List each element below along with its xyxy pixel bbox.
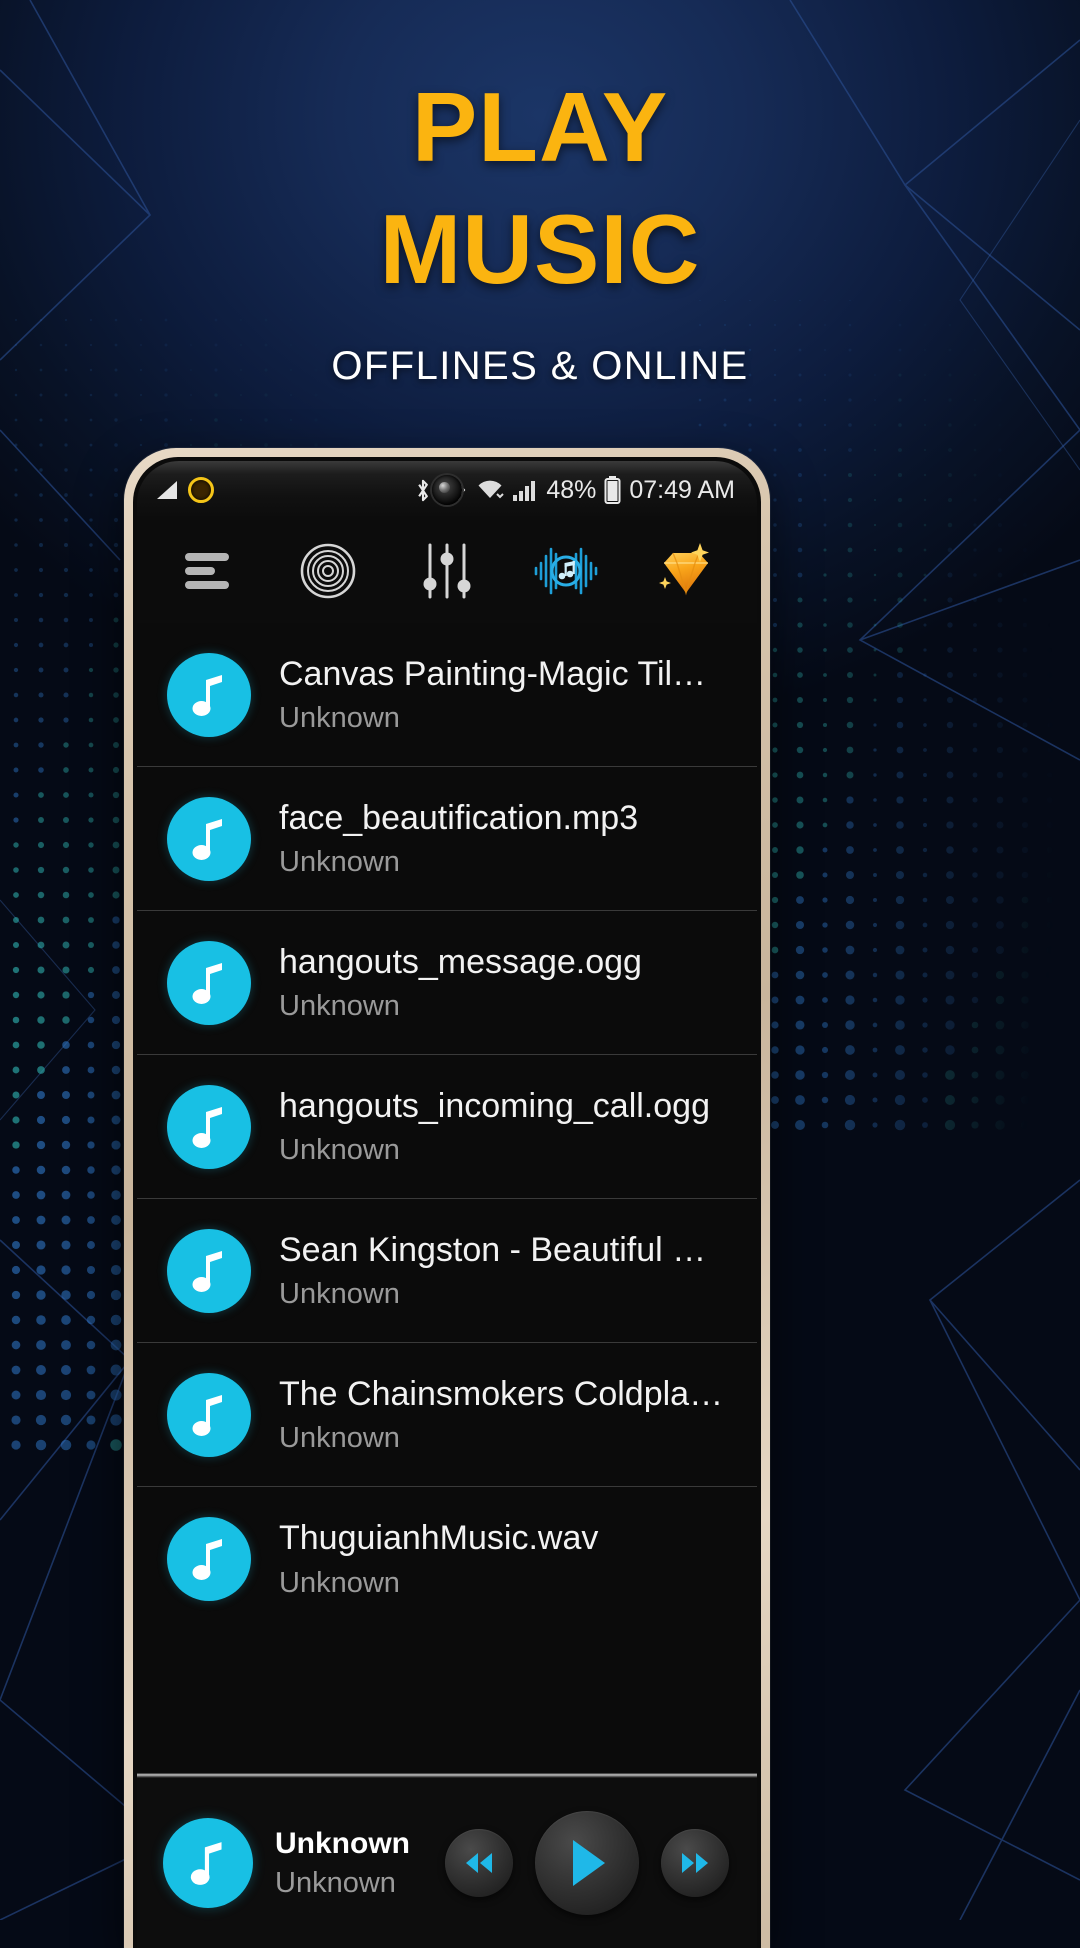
status-bar-right: 48% 07:49 AM [414, 476, 735, 505]
battery-percent-label: 48% [546, 475, 597, 504]
mini-player-bar: Unknown Unknown [137, 1778, 757, 1948]
wifi-icon [478, 480, 505, 499]
track-title: Sean Kingston - Beautiful … [279, 1230, 707, 1269]
audio-waveform-music-icon [534, 547, 598, 595]
bluetooth-icon [418, 479, 429, 501]
track-row[interactable]: hangouts_message.ogg Unknown [137, 911, 757, 1055]
now-playing-artwork [163, 1818, 253, 1908]
play-icon [573, 1840, 605, 1886]
track-artwork [167, 1517, 251, 1601]
now-playing-artist: Unknown [275, 1866, 396, 1899]
track-meta: The Chainsmokers Coldpla… Unknown [279, 1374, 731, 1455]
cellular-bars-icon [513, 481, 536, 501]
track-meta: face_beautification.mp3 Unknown [279, 798, 731, 879]
track-list[interactable]: Canvas Painting-Magic Til… Unknown face_… [137, 623, 757, 1772]
rewind-icon [466, 1853, 492, 1873]
music-note-icon [192, 1250, 222, 1292]
headline-line-1: PLAY [411, 72, 669, 182]
play-button[interactable] [535, 1811, 639, 1915]
track-artwork [167, 796, 251, 881]
music-note-icon [192, 1106, 222, 1148]
equalizer-sliders-icon [423, 543, 471, 599]
phone-bezel-inner: 48% 07:49 AM Canvas Painting-Magic Til… … [133, 457, 761, 1948]
track-artwork [167, 1084, 251, 1169]
track-title: face_beautification.mp3 [279, 798, 639, 837]
track-title: hangouts_message.ogg [279, 942, 642, 981]
track-artwork [167, 652, 251, 737]
phone-mockup: 48% 07:49 AM Canvas Painting-Magic Til… … [124, 448, 770, 1948]
hamburger-menu-button[interactable] [171, 533, 247, 609]
music-note-icon [192, 1539, 222, 1580]
headline-line-2: MUSIC [379, 194, 701, 304]
track-meta: Sean Kingston - Beautiful … Unknown [279, 1230, 731, 1311]
track-meta: Canvas Painting-Magic Til… Unknown [279, 654, 731, 735]
status-bar-clock: 07:49 AM [629, 475, 735, 504]
track-artwork [167, 1372, 251, 1457]
yellow-circle-icon [188, 477, 214, 503]
music-note-icon [192, 674, 222, 716]
vinyl-disc-icon [300, 543, 356, 599]
now-playing-title: Unknown [275, 1826, 410, 1860]
front-camera-punchhole [432, 475, 462, 505]
promo-subtitle: OFFLINES & ONLINE [331, 344, 749, 388]
next-button[interactable] [661, 1829, 729, 1897]
status-bar-left [155, 477, 214, 503]
track-row[interactable]: face_beautification.mp3 Unknown [137, 767, 757, 911]
player-controls [445, 1811, 729, 1915]
music-note-icon [192, 818, 222, 860]
track-row[interactable]: hangouts_incoming_call.ogg Unknown [137, 1055, 757, 1199]
track-meta: hangouts_message.ogg Unknown [279, 942, 731, 1023]
phone-screen: 48% 07:49 AM Canvas Painting-Magic Til… … [137, 461, 757, 1948]
battery-icon [604, 476, 621, 504]
track-meta: ThuguianhMusic.wav Unknown [279, 1518, 731, 1599]
music-note-icon [190, 1842, 222, 1885]
track-row[interactable]: The Chainsmokers Coldpla… Unknown [137, 1343, 757, 1487]
track-artwork [167, 940, 251, 1025]
now-playing-meta: Unknown Unknown [275, 1827, 435, 1900]
music-note-icon [192, 962, 222, 1004]
fast-forward-icon [682, 1853, 708, 1873]
hamburger-menu-icon [185, 553, 229, 589]
premium-button[interactable] [647, 533, 723, 609]
track-artwork [167, 1228, 251, 1313]
track-artist: Unknown [279, 846, 400, 879]
app-toolbar [137, 519, 757, 623]
promo-hero: PLAY MUSIC OFFLINES & ONLINE [0, 78, 1080, 389]
status-bar: 48% 07:49 AM [137, 461, 757, 519]
track-row[interactable]: ThuguianhMusic.wav Unknown [137, 1487, 757, 1631]
previous-button[interactable] [445, 1829, 513, 1897]
equalizer-button[interactable] [409, 533, 485, 609]
track-title: Canvas Painting-Magic Til… [279, 654, 707, 693]
track-title: The Chainsmokers Coldpla… [279, 1374, 724, 1413]
track-row[interactable]: Canvas Painting-Magic Til… Unknown [137, 623, 757, 767]
diamond-gem-icon [659, 543, 709, 596]
music-note-icon [192, 1394, 222, 1436]
track-artist: Unknown [279, 1134, 400, 1167]
track-title: hangouts_incoming_call.ogg [279, 1086, 710, 1125]
vinyl-disc-button[interactable] [290, 533, 366, 609]
visualizer-button[interactable] [528, 533, 604, 609]
track-artist: Unknown [279, 1422, 400, 1455]
track-meta: hangouts_incoming_call.ogg Unknown [279, 1086, 731, 1167]
track-artist: Unknown [279, 1566, 400, 1599]
track-artist: Unknown [279, 702, 400, 735]
signal-triangle-icon [157, 481, 177, 499]
track-title: ThuguianhMusic.wav [279, 1519, 599, 1558]
track-artist: Unknown [279, 1278, 400, 1311]
track-row[interactable]: Sean Kingston - Beautiful … Unknown [137, 1199, 757, 1343]
track-artist: Unknown [279, 990, 400, 1023]
